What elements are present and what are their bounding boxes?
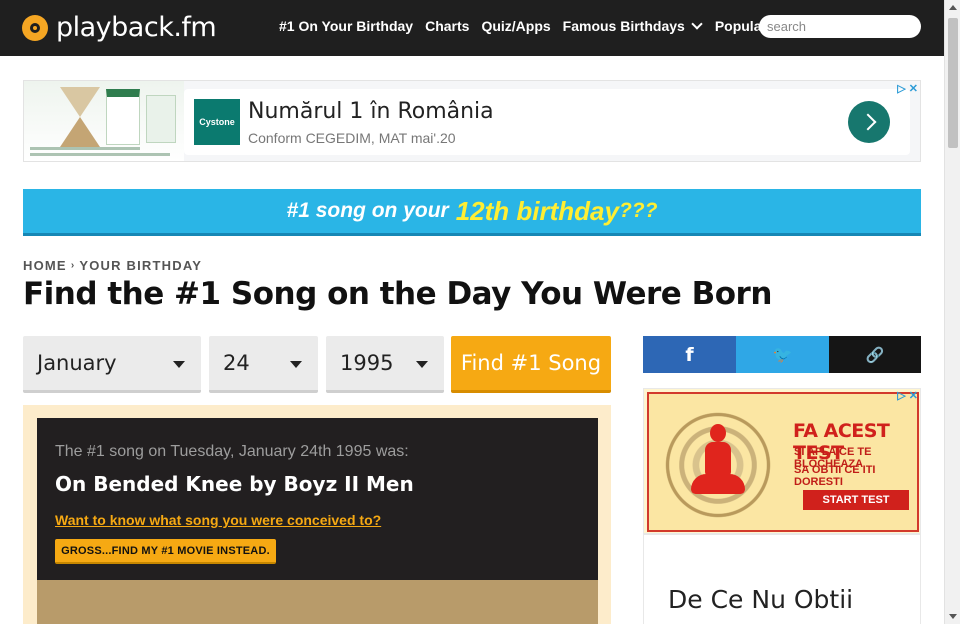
banner-highlight: 12th birthday <box>455 195 619 226</box>
site-logo[interactable]: playback.fm <box>22 12 217 43</box>
search-input[interactable] <box>759 15 921 38</box>
facebook-icon: f <box>685 343 694 366</box>
result-panel: The #1 song on Tuesday, January 24th 199… <box>23 405 611 624</box>
top-advertisement[interactable]: Cystone Numărul 1 în România Conform CEG… <box>23 80 921 162</box>
side-article-card[interactable]: De Ce Nu Obtii <box>643 534 921 624</box>
breadcrumb-separator: › <box>70 260 76 271</box>
result-card: The #1 song on Tuesday, January 24th 199… <box>37 418 598 580</box>
copy-link-button[interactable]: 🔗 <box>829 336 921 373</box>
product-box-image <box>146 95 176 143</box>
adchoices-icon[interactable]: ▷ ✕ <box>897 82 918 95</box>
ad-product-image <box>24 81 184 161</box>
conceived-song-link[interactable]: Want to know what song you were conceive… <box>55 512 381 528</box>
caret-down-icon <box>290 361 302 368</box>
caret-down-icon <box>173 361 185 368</box>
adchoices-icon[interactable]: ▷ ✕ <box>897 389 918 402</box>
banner-text: #1 song on your <box>286 199 449 222</box>
ad-brand-logo: Cystone <box>194 99 240 145</box>
caret-down-icon <box>416 361 428 368</box>
ad-card[interactable]: Cystone Numărul 1 în România Conform CEG… <box>184 89 910 155</box>
breadcrumb-current[interactable]: YOUR BIRTHDAY <box>79 258 202 273</box>
arrow-right-icon[interactable] <box>848 101 890 143</box>
ad-fine-print <box>30 147 140 150</box>
side-article-title: De Ce Nu Obtii <box>668 585 854 614</box>
share-twitter-button[interactable]: 🐦 <box>736 336 829 373</box>
scroll-thumb[interactable] <box>948 18 958 148</box>
site-header: playback.fm #1 On Your Birthday Charts Q… <box>0 0 944 56</box>
hourglass-icon <box>60 87 100 147</box>
ad-headline: Numărul 1 în România <box>248 99 494 124</box>
ad-fine-print <box>30 153 170 156</box>
nav-item-charts[interactable]: Charts <box>425 18 469 34</box>
page-scrollbar[interactable] <box>944 0 960 624</box>
record-icon <box>22 14 48 41</box>
logo-text: playback.fm <box>56 12 217 43</box>
product-box-image <box>106 89 140 145</box>
day-select[interactable]: 24 <box>209 336 318 393</box>
link-icon: 🔗 <box>865 345 885 364</box>
chevron-down-icon <box>691 18 703 30</box>
year-value: 1995 <box>340 351 394 375</box>
main-nav: #1 On Your Birthday Charts Quiz/Apps Fam… <box>279 18 785 34</box>
breadcrumb-home[interactable]: HOME <box>23 258 67 273</box>
meditation-figure-icon <box>691 424 745 500</box>
year-select[interactable]: 1995 <box>326 336 444 393</box>
banner-suffix: ??? <box>618 199 658 222</box>
scroll-down-arrow-icon[interactable] <box>949 614 957 619</box>
album-art-image <box>37 580 598 624</box>
find-movie-button[interactable]: GROSS...FIND MY #1 MOVIE INSTEAD. <box>55 539 276 564</box>
nav-label: Quiz/Apps <box>481 18 551 34</box>
nav-item-famous-birthdays[interactable]: Famous Birthdays <box>563 18 703 34</box>
scroll-up-arrow-icon[interactable] <box>949 5 957 10</box>
side-ad-line: SA OBTII CE ITI DORESTI <box>794 464 876 488</box>
nav-label: Charts <box>425 18 470 34</box>
start-test-button[interactable]: START TEST <box>803 490 909 510</box>
share-facebook-button[interactable]: f <box>643 336 736 373</box>
nav-label: Famous Birthdays <box>562 18 685 34</box>
find-song-button[interactable]: Find #1 Song <box>451 336 611 393</box>
birthday-promo-banner[interactable]: #1 song on your 12th birthday ??? <box>23 189 921 236</box>
breadcrumb: HOME › YOUR BIRTHDAY <box>23 258 202 273</box>
nav-label: #1 On Your Birthday <box>279 18 414 34</box>
day-value: 24 <box>223 351 250 375</box>
month-value: January <box>37 351 117 375</box>
nav-item-quiz-apps[interactable]: Quiz/Apps <box>481 18 550 34</box>
page-title: Find the #1 Song on the Day You Were Bor… <box>23 276 772 312</box>
month-select[interactable]: January <box>23 336 201 393</box>
twitter-icon: 🐦 <box>772 345 793 364</box>
result-song-title: On Bended Knee by Boyz II Men <box>55 472 414 496</box>
nav-item-birthday[interactable]: #1 On Your Birthday <box>279 18 413 34</box>
ad-creative: FA ACEST TEST SI AFLA CE TE BLOCHEAZA SA… <box>647 392 919 532</box>
result-intro: The #1 song on Tuesday, January 24th 199… <box>55 443 409 460</box>
side-advertisement[interactable]: FA ACEST TEST SI AFLA CE TE BLOCHEAZA SA… <box>643 388 921 534</box>
ad-subline: Conform CEGEDIM, MAT mai'.20 <box>248 130 456 146</box>
